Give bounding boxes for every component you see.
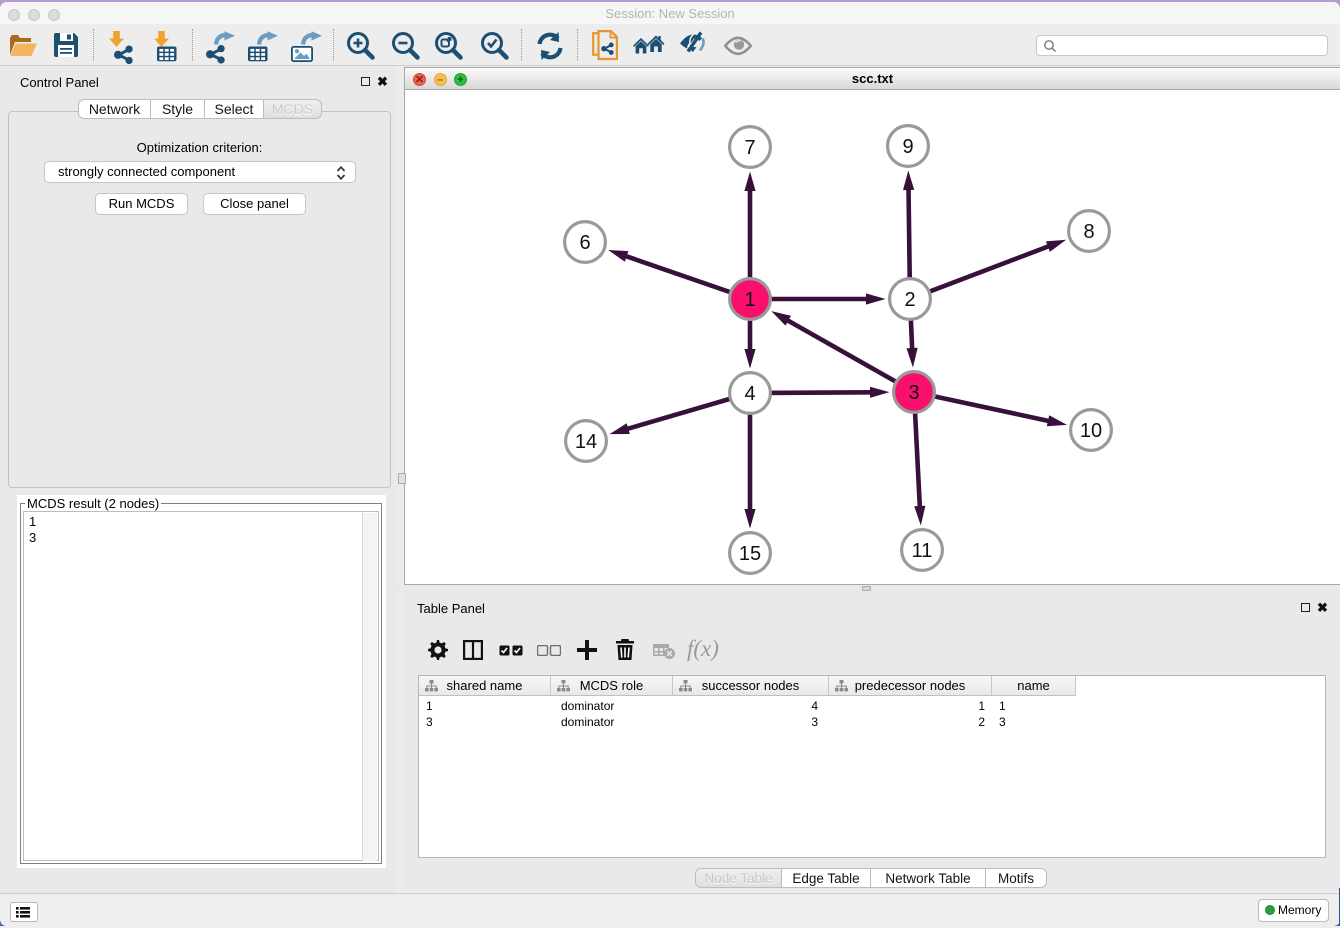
svg-text:9: 9 [902,136,913,158]
svg-text:4: 4 [744,383,755,405]
svg-text:6: 6 [579,232,590,254]
svg-text:11: 11 [912,540,933,562]
svg-text:3: 3 [908,382,919,404]
svg-text:10: 10 [1080,420,1102,442]
svg-text:8: 8 [1083,221,1094,243]
svg-text:14: 14 [575,431,597,453]
svg-text:2: 2 [904,289,915,311]
svg-text:15: 15 [739,543,761,565]
svg-text:7: 7 [744,137,755,159]
svg-text:1: 1 [744,289,755,311]
